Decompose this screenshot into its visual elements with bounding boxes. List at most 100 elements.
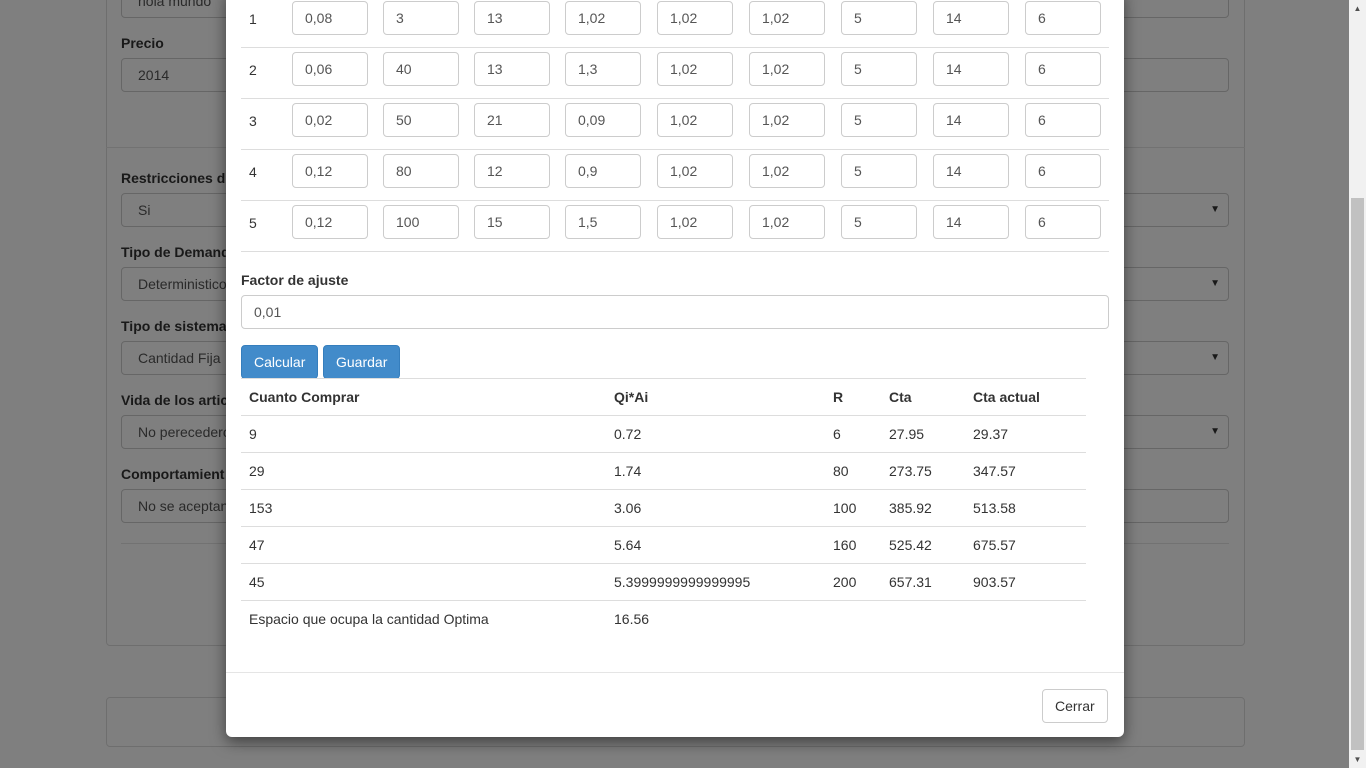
grid-cell-input[interactable] — [933, 52, 1009, 86]
table-row: 47 5.64 160 525.42 675.57 — [241, 527, 1086, 564]
table-cell: 100 — [833, 500, 857, 516]
grid-cell-input[interactable] — [657, 154, 733, 188]
grid-cell-input[interactable] — [383, 52, 459, 86]
grid-cell-input[interactable] — [474, 103, 550, 137]
grid-cell-input[interactable] — [1025, 154, 1101, 188]
column-header: Qi*Ai — [614, 389, 649, 405]
grid-cell-input[interactable] — [749, 1, 825, 35]
table-cell: 5.64 — [614, 537, 642, 553]
table-row: 29 1.74 80 273.75 347.57 — [241, 453, 1086, 490]
grid-row: 2 — [241, 48, 1109, 99]
calcular-button[interactable]: Calcular — [241, 345, 319, 379]
summary-value: 16.56 — [614, 611, 650, 627]
grid-cell-input[interactable] — [292, 154, 368, 188]
table-cell: 1.74 — [614, 463, 642, 479]
table-cell: 5.3999999999999995 — [614, 574, 751, 590]
grid-cell-input[interactable] — [933, 205, 1009, 239]
table-cell: 153 — [249, 500, 273, 516]
grid-cell-input[interactable] — [749, 103, 825, 137]
grid-cell-input[interactable] — [657, 103, 733, 137]
grid-cell-input[interactable] — [474, 52, 550, 86]
row-number: 3 — [249, 113, 257, 129]
column-header: Cta — [889, 389, 912, 405]
table-row: 153 3.06 100 385.92 513.58 — [241, 490, 1086, 527]
grid-cell-input[interactable] — [933, 154, 1009, 188]
results-modal: 1 2 3 — [226, 0, 1124, 737]
grid-cell-input[interactable] — [1025, 52, 1101, 86]
grid-cell-input[interactable] — [841, 1, 917, 35]
row-number: 5 — [249, 215, 257, 231]
table-cell: 29.37 — [973, 426, 1009, 442]
grid-cell-input[interactable] — [749, 205, 825, 239]
row-number: 1 — [249, 11, 257, 27]
grid-cell-input[interactable] — [565, 205, 641, 239]
column-header: Cuanto Comprar — [249, 389, 360, 405]
row-number: 2 — [249, 62, 257, 78]
grid-cell-input[interactable] — [565, 154, 641, 188]
table-cell: 200 — [833, 574, 857, 590]
grid-cell-input[interactable] — [474, 205, 550, 239]
table-cell: 273.75 — [889, 463, 932, 479]
grid-cell-input[interactable] — [657, 52, 733, 86]
table-cell: 385.92 — [889, 500, 932, 516]
grid-cell-input[interactable] — [1025, 205, 1101, 239]
grid-row: 3 — [241, 99, 1109, 150]
grid-cell-input[interactable] — [383, 103, 459, 137]
grid-cell-input[interactable] — [474, 1, 550, 35]
grid-cell-input[interactable] — [749, 154, 825, 188]
table-row: 9 0.72 6 27.95 29.37 — [241, 416, 1086, 453]
scroll-thumb[interactable] — [1351, 198, 1364, 750]
table-cell: 27.95 — [889, 426, 925, 442]
grid-row: 1 — [241, 0, 1109, 48]
table-cell: 6 — [833, 426, 841, 442]
column-header: Cta actual — [973, 389, 1040, 405]
grid-cell-input[interactable] — [749, 52, 825, 86]
grid-cell-input[interactable] — [841, 52, 917, 86]
grid-cell-input[interactable] — [841, 103, 917, 137]
grid-cell-input[interactable] — [383, 1, 459, 35]
factor-input[interactable]: 0,01 — [241, 295, 1109, 329]
grid-cell-input[interactable] — [383, 205, 459, 239]
grid-cell-input[interactable] — [565, 1, 641, 35]
grid-cell-input[interactable] — [565, 103, 641, 137]
table-cell: 903.57 — [973, 574, 1016, 590]
table-cell: 513.58 — [973, 500, 1016, 516]
grid-row: 5 — [241, 201, 1109, 252]
table-row: 45 5.3999999999999995 200 657.31 903.57 — [241, 564, 1086, 601]
table-cell: 675.57 — [973, 537, 1016, 553]
table-cell: 80 — [833, 463, 849, 479]
grid-cell-input[interactable] — [474, 154, 550, 188]
grid-cell-input[interactable] — [292, 103, 368, 137]
table-summary-row: Espacio que ocupa la cantidad Optima 16.… — [241, 601, 1086, 638]
factor-label: Factor de ajuste — [241, 272, 349, 288]
scroll-down-arrow-icon[interactable]: ▼ — [1349, 751, 1366, 768]
grid-cell-input[interactable] — [841, 205, 917, 239]
scroll-up-arrow-icon[interactable]: ▲ — [1349, 0, 1366, 17]
page-scrollbar[interactable]: ▲ ▼ — [1349, 0, 1366, 768]
table-cell: 0.72 — [614, 426, 642, 442]
table-cell: 525.42 — [889, 537, 932, 553]
grid-cell-input[interactable] — [841, 154, 917, 188]
grid-cell-input[interactable] — [292, 52, 368, 86]
grid-cell-input[interactable] — [565, 52, 641, 86]
table-cell: 657.31 — [889, 574, 932, 590]
table-cell: 347.57 — [973, 463, 1016, 479]
table-cell: 9 — [249, 426, 257, 442]
table-cell: 47 — [249, 537, 265, 553]
grid-cell-input[interactable] — [1025, 1, 1101, 35]
grid-cell-input[interactable] — [292, 205, 368, 239]
row-number: 4 — [249, 164, 257, 180]
table-cell: 45 — [249, 574, 265, 590]
grid-cell-input[interactable] — [657, 205, 733, 239]
grid-cell-input[interactable] — [933, 103, 1009, 137]
grid-cell-input[interactable] — [383, 154, 459, 188]
grid-cell-input[interactable] — [657, 1, 733, 35]
table-cell: 3.06 — [614, 500, 642, 516]
grid-cell-input[interactable] — [292, 1, 368, 35]
grid-cell-input[interactable] — [933, 1, 1009, 35]
guardar-button[interactable]: Guardar — [323, 345, 401, 379]
grid-row: 4 — [241, 150, 1109, 201]
summary-label: Espacio que ocupa la cantidad Optima — [249, 611, 489, 627]
cerrar-button[interactable]: Cerrar — [1042, 689, 1108, 723]
grid-cell-input[interactable] — [1025, 103, 1101, 137]
